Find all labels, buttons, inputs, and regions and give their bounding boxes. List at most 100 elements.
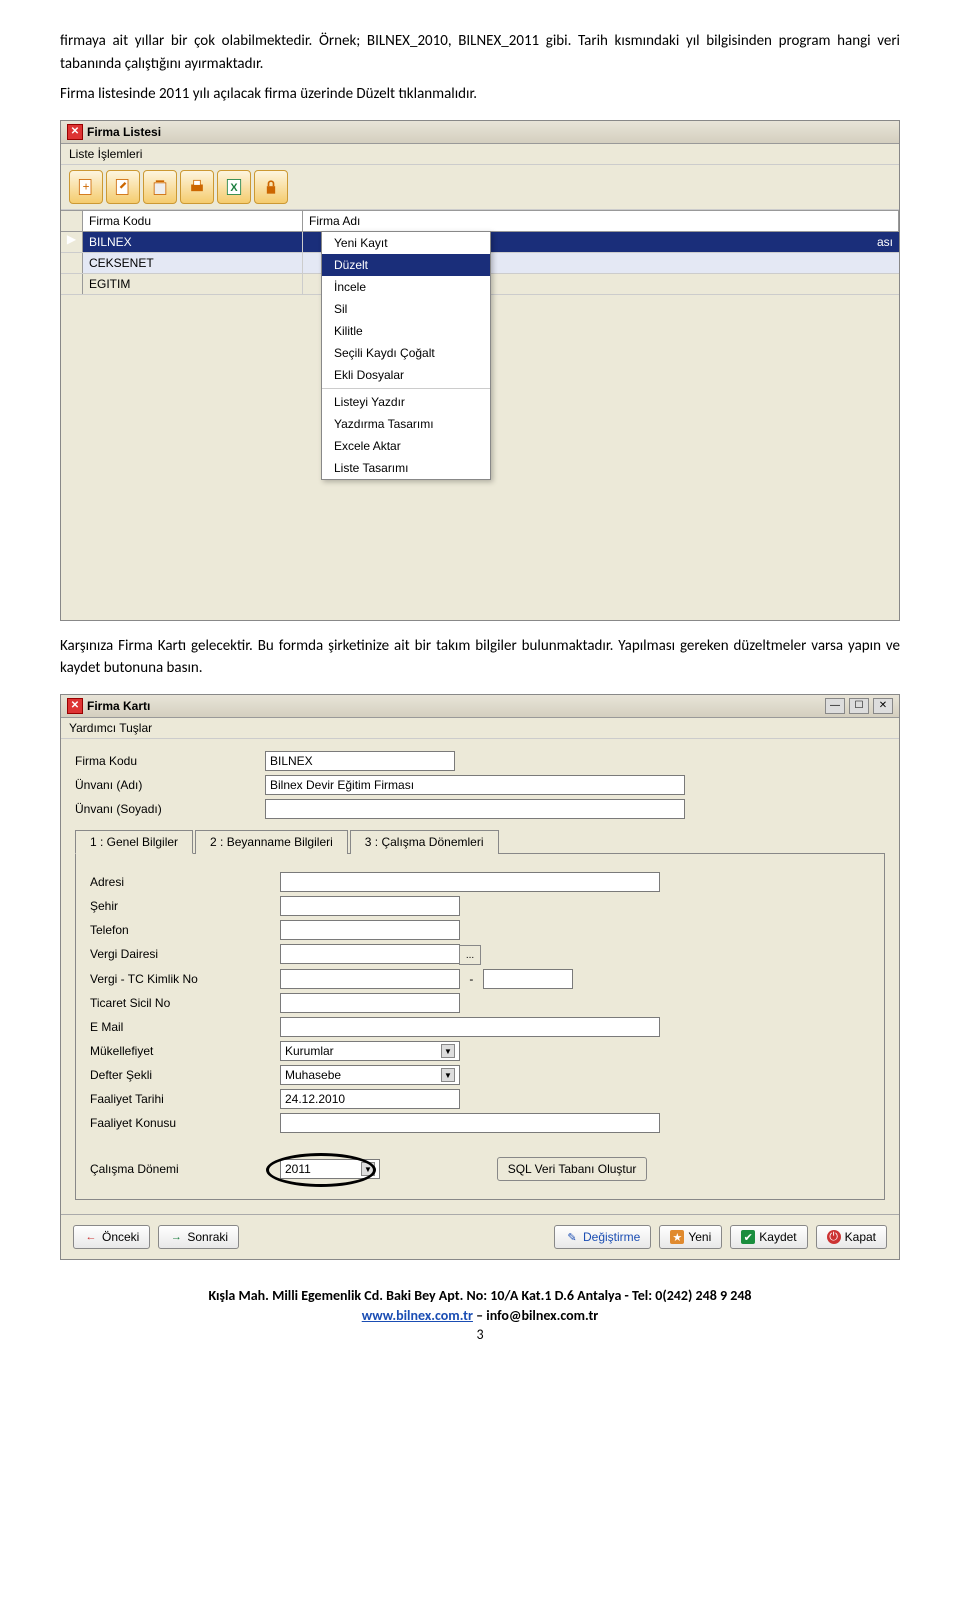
input-vergi-dairesi[interactable] — [280, 944, 460, 964]
input-faaliyet-konusu[interactable] — [280, 1113, 660, 1133]
grid-header-row: Firma Kodu Firma Adı — [61, 210, 899, 232]
grid-col-adi[interactable]: Firma Adı — [303, 211, 899, 231]
footer-email: info@bilnex.com.tr — [486, 1307, 598, 1324]
sonraki-button[interactable]: →Sonraki — [158, 1225, 239, 1249]
toolbar-export-icon[interactable]: X — [217, 170, 251, 204]
toolbar-delete-icon[interactable] — [143, 170, 177, 204]
page-number: 3 — [60, 1325, 900, 1345]
ctx-incele[interactable]: İncele — [322, 276, 490, 298]
tab-beyanname[interactable]: 2 : Beyanname Bilgileri — [195, 830, 348, 854]
ctx-yazdir[interactable]: Listeyi Yazdır — [322, 391, 490, 413]
input-sehir[interactable] — [280, 896, 460, 916]
combo-defter[interactable]: Muhasebe▼ — [280, 1065, 460, 1085]
toolbar-lock-icon[interactable] — [254, 170, 288, 204]
input-faaliyet-tarihi[interactable] — [280, 1089, 460, 1109]
lbl-faaliyet-konusu: Faaliyet Konusu — [90, 1116, 280, 1130]
close-button[interactable]: ✕ — [873, 698, 893, 714]
save-icon: ✔ — [741, 1230, 755, 1244]
input-vergi-no[interactable] — [280, 969, 460, 989]
bottom-toolbar: ←Önceki →Sonraki ✎Değiştirme ★Yeni ✔Kayd… — [61, 1214, 899, 1259]
lbl-mukellefiyet: Mükellefiyet — [90, 1044, 280, 1058]
lbl-telefon: Telefon — [90, 923, 280, 937]
lbl-calisma-donemi: Çalışma Dönemi — [90, 1162, 280, 1176]
lbl-firma-kodu: Firma Kodu — [75, 754, 265, 768]
tab-content-genel: Adresi Şehir Telefon Vergi Dairesi ... V… — [75, 854, 885, 1201]
input-telefon[interactable] — [280, 920, 460, 940]
tab-genel-bilgiler[interactable]: 1 : Genel Bilgiler — [75, 830, 193, 854]
app-icon: ✕ — [67, 698, 83, 714]
maximize-button[interactable]: ☐ — [849, 698, 869, 714]
lbl-defter: Defter Şekli — [90, 1068, 280, 1082]
menubar[interactable]: Yardımcı Tuşlar — [61, 718, 899, 739]
lbl-unvan-soyadi: Ünvanı (Soyadı) — [75, 802, 265, 816]
combo-mukellefiyet[interactable]: Kurumlar▼ — [280, 1041, 460, 1061]
firma-listesi-window: ✕ Firma Listesi Liste İşlemleri + X Firm… — [60, 120, 900, 621]
mid-paragraph: Karşınıza Firma Kartı gelecektir. Bu for… — [60, 635, 900, 680]
tab-donemler[interactable]: 3 : Çalışma Dönemleri — [350, 830, 499, 854]
ctx-tasarim[interactable]: Yazdırma Tasarımı — [322, 413, 490, 435]
app-icon: ✕ — [67, 124, 83, 140]
ctx-sil[interactable]: Sil — [322, 298, 490, 320]
footer-link[interactable]: www.bilnex.com.tr — [362, 1307, 473, 1324]
onceki-button[interactable]: ←Önceki — [73, 1225, 150, 1249]
ctx-cogalt[interactable]: Seçili Kaydı Çoğalt — [322, 342, 490, 364]
lbl-vergi-tc: Vergi - TC Kimlik No — [90, 972, 280, 986]
input-email[interactable] — [280, 1017, 660, 1037]
lbl-adresi: Adresi — [90, 875, 280, 889]
input-unvan-adi[interactable] — [265, 775, 685, 795]
tabs: 1 : Genel Bilgiler 2 : Beyanname Bilgile… — [75, 829, 885, 854]
kapat-button[interactable]: ⏻Kapat — [816, 1225, 887, 1249]
degistirme-button[interactable]: ✎Değiştirme — [554, 1225, 651, 1249]
input-tc-no[interactable] — [483, 969, 573, 989]
cell-kod: BILNEX — [83, 232, 303, 252]
footer-sep: – — [473, 1307, 486, 1324]
menubar[interactable]: Liste İşlemleri — [61, 144, 899, 165]
toolbar-edit-icon[interactable] — [106, 170, 140, 204]
toolbar-print-icon[interactable] — [180, 170, 214, 204]
toolbar: + X — [61, 165, 899, 210]
annotation-circle — [266, 1153, 376, 1187]
minimize-button[interactable]: — — [825, 698, 845, 714]
ctx-separator — [322, 388, 490, 389]
input-adresi[interactable] — [280, 872, 660, 892]
sql-create-button[interactable]: SQL Veri Tabanı Oluştur — [497, 1157, 648, 1181]
lbl-sehir: Şehir — [90, 899, 280, 913]
chevron-down-icon: ▼ — [441, 1044, 455, 1058]
titlebar: ✕ Firma Kartı — ☐ ✕ — [61, 695, 899, 718]
new-icon: ★ — [670, 1230, 684, 1244]
svg-text:X: X — [230, 182, 238, 194]
ctx-duzelt[interactable]: Düzelt — [322, 254, 490, 276]
svg-text:+: + — [83, 180, 90, 193]
arrow-right-icon: → — [169, 1230, 183, 1244]
input-firma-kodu[interactable] — [265, 751, 455, 771]
input-unvan-soyadi[interactable] — [265, 799, 685, 819]
lbl-sicil: Ticaret Sicil No — [90, 996, 280, 1010]
firma-karti-window: ✕ Firma Kartı — ☐ ✕ Yardımcı Tuşlar Firm… — [60, 694, 900, 1261]
page-footer: Kışla Mah. Milli Egemenlik Cd. Baki Bey … — [60, 1286, 900, 1345]
close-icon: ⏻ — [827, 1230, 841, 1244]
yeni-button[interactable]: ★Yeni — [659, 1225, 722, 1249]
grid-selector-col — [61, 211, 83, 231]
lbl-faaliyet-tarihi: Faaliyet Tarihi — [90, 1092, 280, 1106]
context-menu: Yeni Kayıt Düzelt İncele Sil Kilitle Seç… — [321, 231, 491, 480]
intro-paragraph-2: Firma listesinde 2011 yılı açılacak firm… — [60, 83, 900, 106]
chevron-down-icon: ▼ — [441, 1068, 455, 1082]
footer-address: Kışla Mah. Milli Egemenlik Cd. Baki Bey … — [60, 1286, 900, 1306]
ctx-excel[interactable]: Excele Aktar — [322, 435, 490, 457]
lookup-button[interactable]: ... — [459, 945, 481, 965]
lbl-vergi-dairesi: Vergi Dairesi — [90, 947, 280, 961]
window-title: Firma Listesi — [87, 125, 161, 139]
kaydet-button[interactable]: ✔Kaydet — [730, 1225, 807, 1249]
ctx-kilitle[interactable]: Kilitle — [322, 320, 490, 342]
ctx-yeni-kayit[interactable]: Yeni Kayıt — [322, 232, 490, 254]
ctx-liste-tasarim[interactable]: Liste Tasarımı — [322, 457, 490, 479]
grid-col-kod[interactable]: Firma Kodu — [83, 211, 303, 231]
arrow-left-icon: ← — [84, 1230, 98, 1244]
toolbar-new-icon[interactable]: + — [69, 170, 103, 204]
cell-kod: EGITIM — [83, 274, 303, 294]
ctx-ekli[interactable]: Ekli Dosyalar — [322, 364, 490, 386]
intro-paragraph-1: firmaya ait yıllar bir çok olabilmektedi… — [60, 30, 900, 75]
vkn-separator: - — [469, 972, 473, 986]
input-sicil[interactable] — [280, 993, 460, 1013]
lbl-unvan-adi: Ünvanı (Adı) — [75, 778, 265, 792]
